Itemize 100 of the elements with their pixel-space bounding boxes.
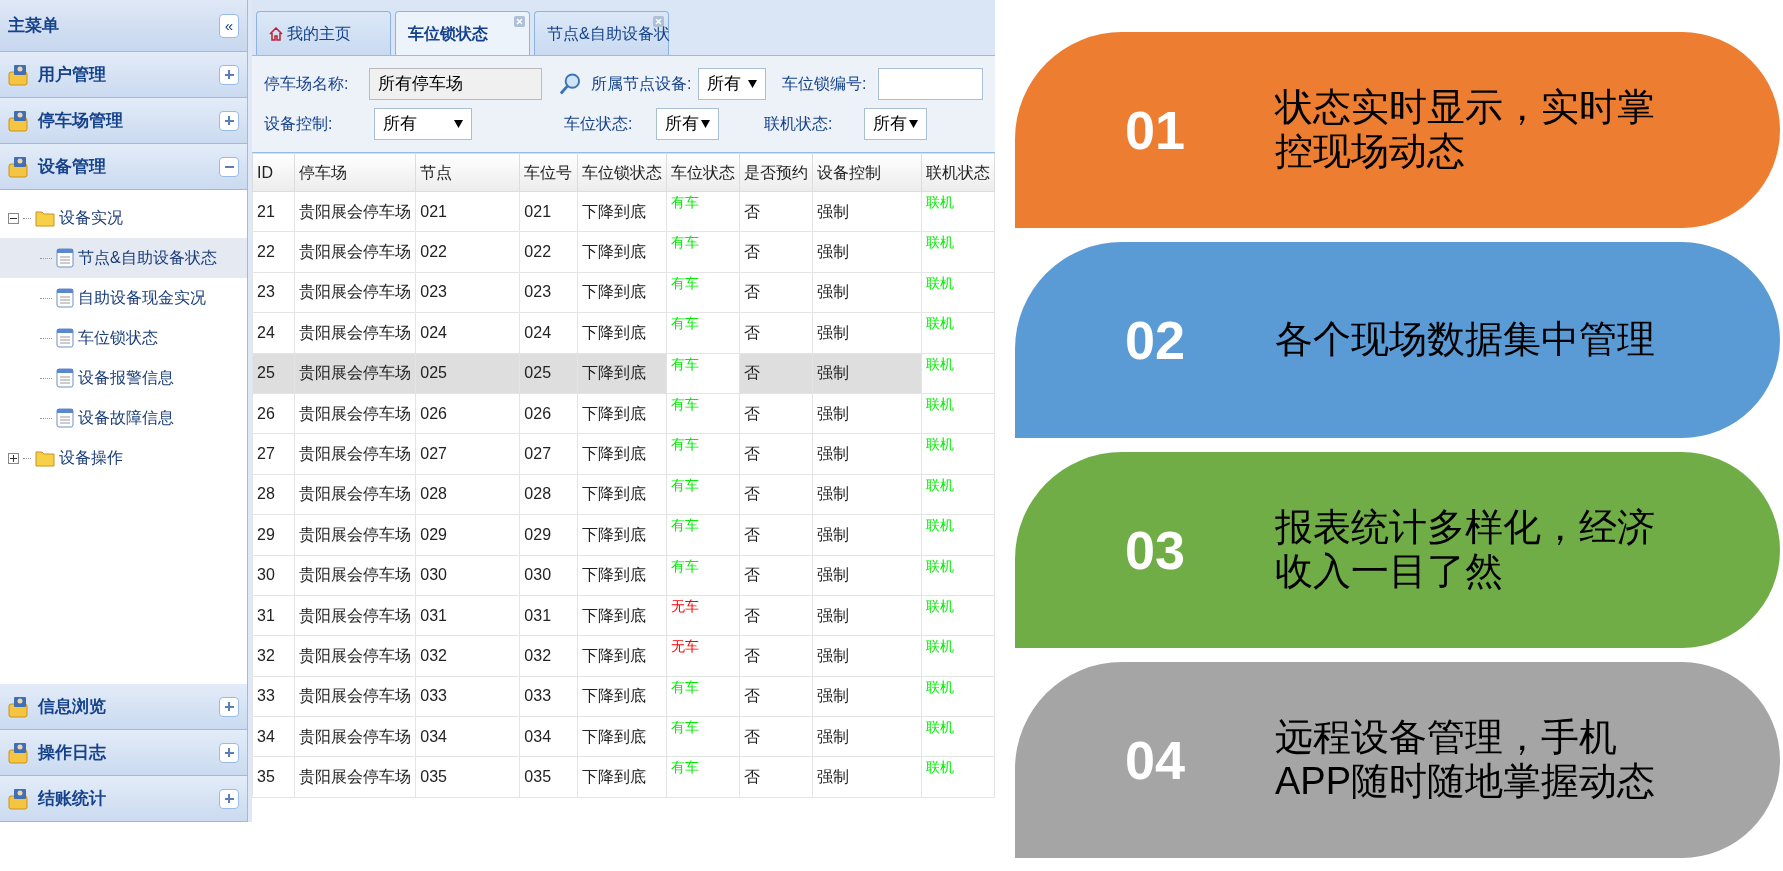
table-cell: 否 xyxy=(744,364,761,382)
table-cell: 30 xyxy=(257,566,275,584)
table-cell: 下降到底 xyxy=(582,283,647,301)
table-cell: 有车 xyxy=(671,557,700,574)
table-cell: 024 xyxy=(420,323,447,341)
table-cell: 033 xyxy=(524,687,552,705)
menu-title: 主菜单 xyxy=(8,14,60,37)
table-row[interactable]: 33 贵阳展会停车场 033 033 下降到底 有车 否 强制 联机 xyxy=(252,676,995,717)
feature-number: 04 xyxy=(1125,728,1187,792)
table-cell: 否 xyxy=(744,323,761,341)
table-cell: 贵阳展会停车场 xyxy=(299,485,412,503)
document-icon xyxy=(56,288,74,308)
expand-node-icon[interactable] xyxy=(8,452,19,464)
table-cell: 否 xyxy=(744,768,761,786)
filter-label: 联机状态: xyxy=(764,114,834,134)
collapse-node-icon[interactable] xyxy=(8,212,19,224)
control-select[interactable]: 所有 xyxy=(374,108,472,140)
table-cell: 下降到底 xyxy=(582,364,647,382)
table-cell: 有车 xyxy=(671,759,700,776)
table-row[interactable]: 26 贵阳展会停车场 026 026 下降到底 有车 否 强制 联机 xyxy=(252,393,995,434)
expand-button[interactable] xyxy=(219,788,239,809)
table-row[interactable]: 32 贵阳展会停车场 032 032 下降到底 无车 否 强制 联机 xyxy=(252,635,995,677)
table-cell: 033 xyxy=(420,687,447,705)
document-icon xyxy=(56,408,74,428)
table-row[interactable]: 27 贵阳展会停车场 027 027 下降到底 有车 否 强制 联机 xyxy=(252,433,995,475)
filter-label: 车位状态: xyxy=(564,114,634,134)
table-cell: 贵阳展会停车场 xyxy=(299,323,412,341)
table-row[interactable]: 31 贵阳展会停车场 031 031 下降到底 无车 否 强制 联机 xyxy=(252,595,995,636)
tree-item[interactable]: 车位锁状态 xyxy=(0,318,247,358)
table-cell: 有车 xyxy=(671,274,700,291)
tree-folder[interactable]: 设备操作 xyxy=(59,446,123,470)
feature-number: 02 xyxy=(1125,308,1187,372)
table-cell: 31 xyxy=(257,606,275,624)
park-name-field[interactable]: 所有停车场 xyxy=(369,68,543,100)
table-cell: 强制 xyxy=(817,606,850,624)
tree-item[interactable]: 设备报警信息 xyxy=(0,358,247,398)
tree-item[interactable]: 节点&自助设备状态 xyxy=(0,238,247,278)
table-cell: 下降到底 xyxy=(582,202,647,220)
table-cell: 34 xyxy=(257,727,275,745)
table-cell: 强制 xyxy=(817,768,850,786)
tree-item[interactable]: 设备故障信息 xyxy=(0,398,247,438)
filter-label: 所属节点设备: xyxy=(591,74,693,94)
table-row[interactable]: 34 贵阳展会停车场 034 034 下降到底 有车 否 强制 联机 xyxy=(252,716,995,757)
table-row[interactable]: 23 贵阳展会停车场 023 023 下降到底 有车 否 强制 联机 xyxy=(252,272,995,313)
expand-button[interactable] xyxy=(219,110,239,131)
folder-icon xyxy=(35,209,55,227)
table-cell: 联机 xyxy=(925,436,954,453)
column-header[interactable]: ID xyxy=(257,163,273,181)
table-row[interactable]: 21 贵阳展会停车场 021 021 下降到底 有车 否 强制 联机 xyxy=(252,191,995,232)
tree-folder[interactable]: 设备实况 xyxy=(59,206,123,230)
table-cell: 028 xyxy=(420,485,447,503)
lock-number-field[interactable] xyxy=(877,68,983,100)
table-cell: 贵阳展会停车场 xyxy=(299,687,412,705)
filter-label: 停车场名称: xyxy=(264,74,350,94)
collapse-sidebar-button[interactable]: « xyxy=(219,13,239,38)
table-cell: 24 xyxy=(257,323,275,341)
table-cell: 025 xyxy=(420,364,447,382)
table-row[interactable]: 30 贵阳展会停车场 030 030 下降到底 有车 否 强制 联机 xyxy=(252,555,995,596)
expand-button[interactable] xyxy=(219,742,239,763)
table-cell: 下降到底 xyxy=(582,525,647,543)
table-cell: 28 xyxy=(257,485,275,503)
tab[interactable]: 节点&自助设备状 xyxy=(534,11,669,55)
table-row[interactable]: 29 贵阳展会停车场 029 029 下降到底 有车 否 强制 联机 xyxy=(252,514,995,555)
tab[interactable]: 我的主页 xyxy=(256,11,391,55)
table-row[interactable]: 25 贵阳展会停车场 025 025 下降到底 有车 否 强制 联机 xyxy=(252,353,995,394)
table-cell: 030 xyxy=(524,566,552,584)
table-row[interactable]: 35 贵阳展会停车场 035 035 下降到底 有车 否 强制 联机 xyxy=(252,756,995,798)
node-select[interactable]: 所有 xyxy=(698,68,766,100)
table-cell: 否 xyxy=(744,647,761,664)
tab[interactable]: 车位锁状态 xyxy=(395,11,530,55)
table-row[interactable]: 22 贵阳展会停车场 022 022 下降到底 有车 否 强制 联机 xyxy=(252,231,995,273)
table-cell: 无车 xyxy=(671,597,700,614)
table-cell: 强制 xyxy=(817,283,850,301)
table-cell: 29 xyxy=(257,525,275,543)
table-cell: 下降到底 xyxy=(582,566,647,584)
column-header[interactable]: 节点 xyxy=(420,163,453,181)
table-cell: 贵阳展会停车场 xyxy=(299,445,412,463)
collapse-button[interactable] xyxy=(219,156,239,177)
table-cell: 否 xyxy=(744,525,761,543)
expand-button[interactable] xyxy=(219,64,239,85)
tree-item[interactable]: 自助设备现金实况 xyxy=(0,278,247,318)
table-cell: 联机 xyxy=(925,476,954,493)
table-row[interactable]: 28 贵阳展会停车场 028 028 下降到底 有车 否 强制 联机 xyxy=(252,474,995,515)
table-cell: 26 xyxy=(257,404,275,422)
table-cell: 贵阳展会停车场 xyxy=(299,283,412,301)
table-cell: 027 xyxy=(524,445,552,463)
table-cell: 032 xyxy=(420,647,447,664)
feature-number: 03 xyxy=(1125,518,1187,582)
table-cell: 贵阳展会停车场 xyxy=(299,364,412,382)
table-cell: 027 xyxy=(420,445,447,463)
table-cell: 强制 xyxy=(817,485,850,503)
online-select[interactable]: 所有 xyxy=(864,108,927,140)
space-state-select[interactable]: 所有 xyxy=(656,108,719,140)
table-cell: 强制 xyxy=(817,364,850,382)
table-cell: 否 xyxy=(744,566,761,584)
table-row[interactable]: 24 贵阳展会停车场 024 024 下降到底 有车 否 强制 联机 xyxy=(252,312,995,354)
filter-label: 车位锁编号: xyxy=(782,74,868,94)
column-header[interactable]: 停车场 xyxy=(299,163,348,181)
table-cell: 联机 xyxy=(925,315,954,332)
expand-button[interactable] xyxy=(219,696,239,717)
